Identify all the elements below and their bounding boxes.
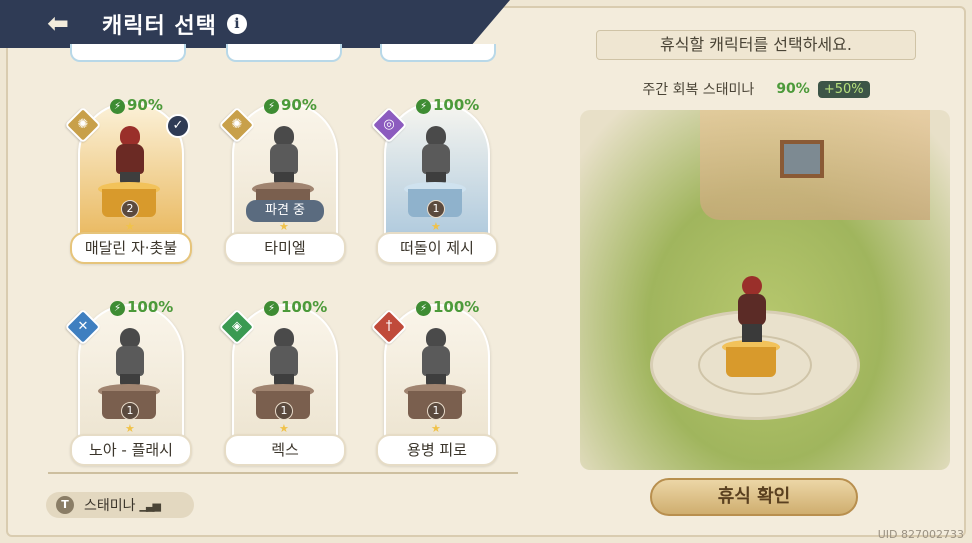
stamina-indicator: ⚡ 100% [416, 298, 479, 316]
confirm-rest-button[interactable]: 휴식 확인 [650, 478, 858, 516]
list-item-partial[interactable] [70, 44, 186, 62]
header-bar: ⬅ 캐릭터 선택 i [0, 0, 510, 48]
signal-bars-icon: ▁▃▅ [139, 498, 161, 512]
stamina-indicator: ⚡ 100% [264, 298, 327, 316]
house-window [780, 140, 824, 178]
stamina-sort-label: 스태미나 [84, 498, 136, 514]
stamina-value: 100% [127, 298, 174, 316]
character-card[interactable]: 1 ★ ⚡ 100% ◎ 떠돌이 제시 [370, 96, 498, 266]
uid-label: UID 827002733 [877, 528, 964, 541]
character-card[interactable]: 1 ★ ⚡ 100% ✕ 노아 - 플래시 [64, 298, 192, 468]
character-figure [416, 126, 456, 184]
character-figure [264, 126, 304, 184]
level-badge: 1 [427, 402, 445, 420]
level-badge: 1 [121, 402, 139, 420]
stamina-type-icon: T [56, 496, 74, 514]
rest-scene [580, 110, 950, 470]
level-badge: 2 [121, 200, 139, 218]
selected-character-figure [732, 276, 772, 346]
character-card[interactable]: 1 ★ ⚡ 100% ◈ 렉스 [218, 298, 346, 468]
bolt-icon: ⚡ [416, 99, 431, 114]
stamina-value: 100% [433, 298, 480, 316]
character-card[interactable]: 1 ★ ⚡ 100% † 용병 피로 [370, 298, 498, 468]
character-name: 노아 - 플래시 [70, 434, 192, 466]
info-icon[interactable]: i [226, 14, 247, 34]
character-figure [110, 328, 150, 386]
weekly-stamina-row: 주간 회복 스태미나 90% +50% [596, 74, 916, 104]
bolt-icon: ⚡ [110, 301, 125, 316]
list-item-partial[interactable] [226, 44, 342, 62]
list-item-partial[interactable] [380, 44, 496, 62]
character-card[interactable]: 파견 중 ★ ⚡ 90% ✺ 타미엘 [218, 96, 346, 266]
stamina-indicator: ⚡ 100% [110, 298, 173, 316]
divider [48, 472, 518, 474]
character-figure [264, 328, 304, 386]
stamina-indicator: ⚡ 100% [416, 96, 479, 114]
rest-prompt: 휴식할 캐릭터를 선택하세요. [596, 30, 916, 60]
check-icon: ✓ [166, 114, 190, 138]
character-name: 타미엘 [224, 232, 346, 264]
character-figure [416, 328, 456, 386]
character-name: 용병 피로 [376, 434, 498, 466]
stamina-sort-button[interactable]: T 스태미나 ▁▃▅ [46, 492, 194, 518]
character-name: 떠돌이 제시 [376, 232, 498, 264]
weekly-stamina-bonus: +50% [817, 80, 870, 98]
character-figure [110, 126, 150, 184]
stamina-value: 100% [433, 96, 480, 114]
page-title: 캐릭터 선택 [102, 14, 217, 39]
bolt-icon: ⚡ [264, 301, 279, 316]
bolt-icon: ⚡ [264, 99, 279, 114]
weekly-stamina-label: 주간 회복 스태미나 [642, 82, 755, 98]
stamina-indicator: ⚡ 90% [110, 96, 163, 114]
stamina-indicator: ⚡ 90% [264, 96, 317, 114]
bolt-icon: ⚡ [416, 301, 431, 316]
weekly-stamina-value: 90% [776, 81, 810, 97]
character-card[interactable]: 2 ★ ⚡ 90% ✺ ✓ 매달린 자·촛불 [64, 96, 192, 266]
stamina-value: 100% [281, 298, 328, 316]
character-name: 렉스 [224, 434, 346, 466]
level-badge: 1 [275, 402, 293, 420]
back-arrow-icon[interactable]: ⬅ [36, 6, 80, 42]
stamina-value: 90% [127, 96, 163, 114]
stamina-value: 90% [281, 96, 317, 114]
character-name: 매달린 자·촛불 [70, 232, 192, 264]
hero-pedestal [722, 340, 780, 380]
dispatch-badge: 파견 중 [246, 200, 324, 222]
bolt-icon: ⚡ [110, 99, 125, 114]
level-badge: 1 [427, 200, 445, 218]
